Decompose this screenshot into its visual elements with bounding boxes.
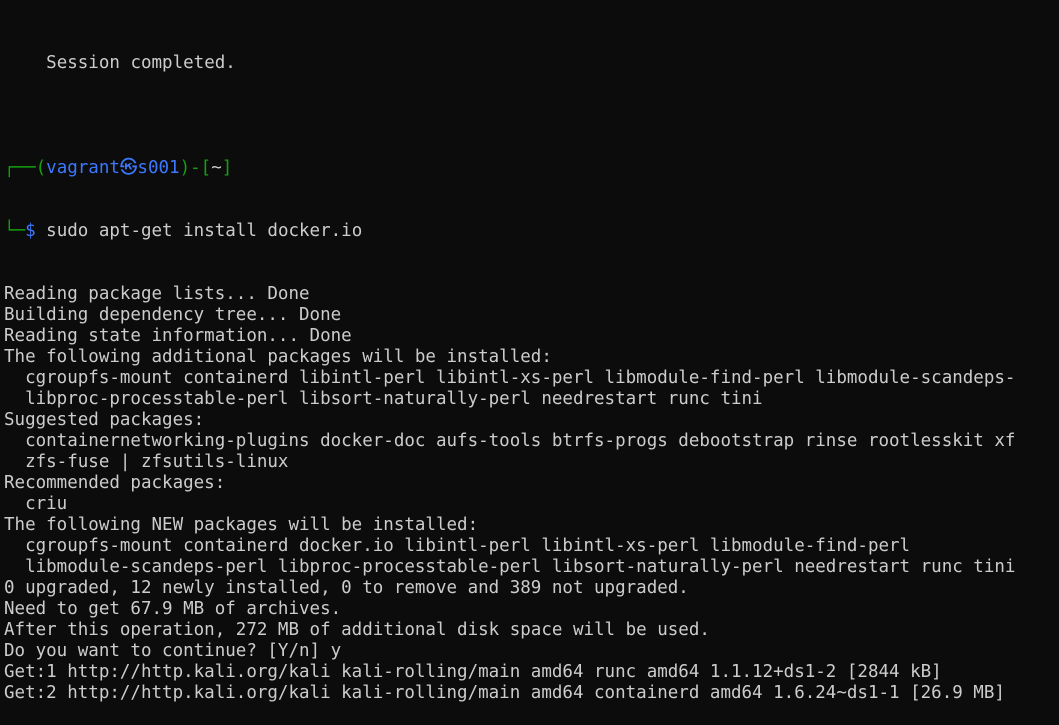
output-line: 0 upgraded, 12 newly installed, 0 to rem… [4, 578, 689, 598]
output-line: cgroupfs-mount containerd libintl-perl l… [4, 368, 1016, 388]
output-line: cgroupfs-mount containerd docker.io libi… [4, 536, 911, 556]
output-line: criu [4, 494, 68, 514]
output-line: The following NEW packages will be insta… [4, 515, 479, 535]
previous-output-line: Session completed. [4, 32, 1059, 73]
output-line: Building dependency tree... Done [4, 305, 342, 325]
output-line: Get:1 http://http.kali.org/kali kali-rol… [4, 662, 942, 682]
output-line: Recommended packages: [4, 473, 226, 493]
prompt-host: s001 [137, 158, 180, 178]
prompt-frame-mid: )-[ [179, 158, 212, 178]
prompt-line-top: ┌──(vagrant㉿s001)-[~] [4, 158, 1059, 179]
output-line: Reading state information... Done [4, 326, 352, 346]
command-text: sudo apt-get install docker.io [35, 221, 363, 241]
prompt-frame-end: ] [221, 158, 233, 178]
output-line: zfs-fuse | zfsutils-linux [4, 452, 289, 472]
prompt-dollar-sign: $ [25, 221, 36, 241]
prompt-cwd: ~ [211, 158, 222, 178]
prompt-frame-top: ┌──( [4, 158, 47, 178]
output-line: Reading package lists... Done [4, 284, 310, 304]
terminal-window[interactable]: Session completed. ┌──(vagrant㉿s001)-[~]… [4, 0, 1059, 725]
prompt-at-icon: ㉿ [119, 158, 138, 178]
output-line: libmodule-scandeps-perl libproc-processt… [4, 557, 1016, 577]
command-output: Reading package lists... Done Building de… [4, 284, 1059, 704]
output-line: libproc-processtable-perl libsort-natura… [4, 389, 763, 409]
output-line: Need to get 67.9 MB of archives. [4, 599, 342, 619]
output-line: After this operation, 272 MB of addition… [4, 620, 710, 640]
output-line: Get:2 http://http.kali.org/kali kali-rol… [4, 683, 1005, 703]
output-line: Suggested packages: [4, 410, 205, 430]
prompt-frame-bottom: └─ [4, 221, 26, 241]
prompt-line-command: └─$ sudo apt-get install docker.io [4, 221, 1059, 242]
prompt-user: vagrant [46, 158, 120, 178]
previous-output-text: Session completed. [46, 53, 236, 73]
output-line: The following additional packages will b… [4, 347, 552, 367]
output-line: containernetworking-plugins docker-doc a… [4, 431, 1016, 451]
output-line: Do you want to continue? [Y/n] y [4, 641, 342, 661]
